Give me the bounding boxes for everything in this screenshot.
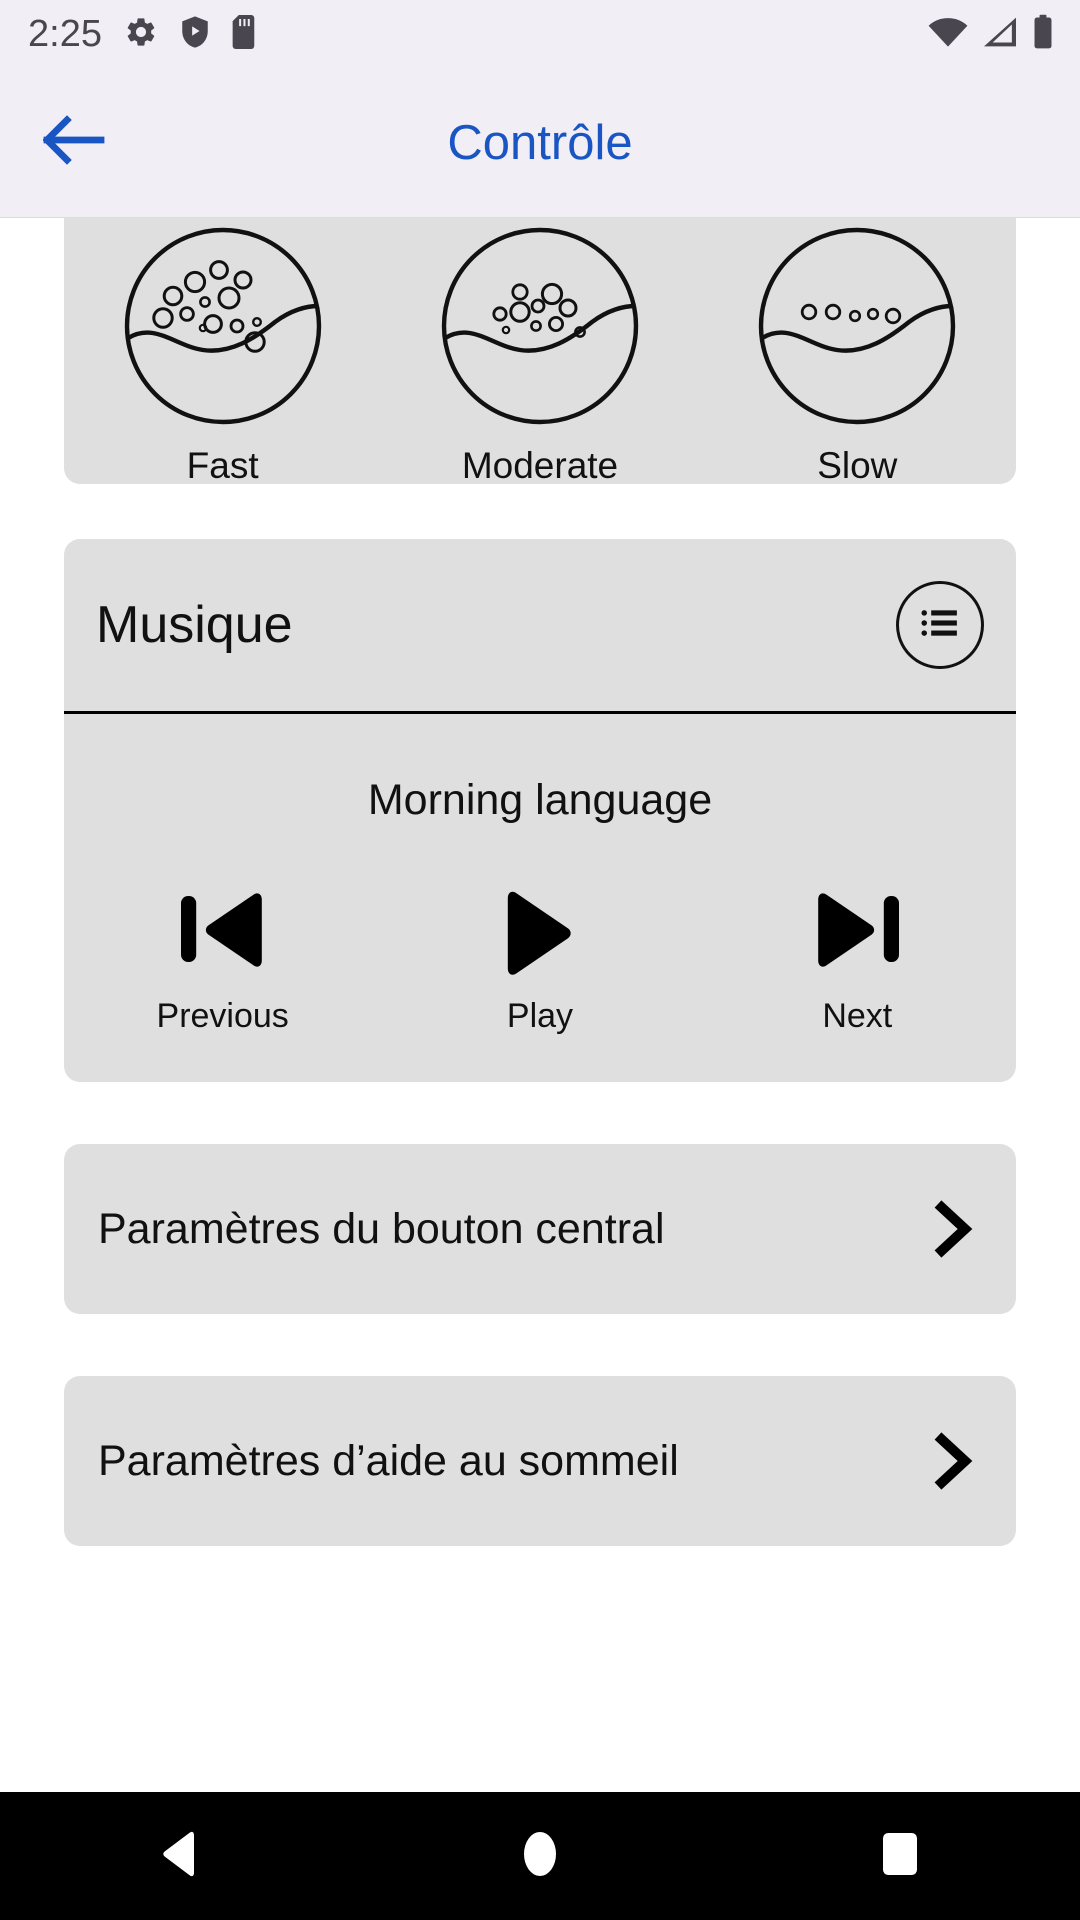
chevron-right-icon bbox=[924, 1429, 980, 1493]
nav-recents-button[interactable] bbox=[810, 1792, 990, 1920]
media-controls: Previous Play Next bbox=[64, 883, 1016, 1036]
music-card: Musique Morning language Previous Play N… bbox=[64, 539, 1016, 1082]
status-clock: 2:25 bbox=[28, 12, 102, 55]
intensity-label-fast: Fast bbox=[186, 445, 259, 484]
previous-button[interactable]: Previous bbox=[113, 883, 333, 1036]
nav-recents-square-icon bbox=[882, 1830, 918, 1883]
sd-card-icon bbox=[232, 14, 258, 54]
intensity-label-slow: Slow bbox=[817, 445, 898, 484]
settings-row-sleep-aid[interactable]: Paramètres d’aide au sommeil bbox=[64, 1376, 1016, 1546]
intensity-options-row: Fast Moderate Slow bbox=[64, 218, 1016, 484]
music-card-body: Morning language Previous Play Next bbox=[64, 714, 1016, 1082]
phone-screen: 2:25 Contrôle Fast Moderate Slow Musique… bbox=[0, 0, 1080, 1920]
intensity-label-moderate: Moderate bbox=[461, 445, 619, 484]
arrow-left-icon bbox=[42, 115, 105, 170]
skip-next-icon bbox=[807, 883, 907, 975]
intensity-card: Fast Moderate Slow bbox=[64, 218, 1016, 484]
wifi-icon bbox=[928, 16, 968, 53]
app-bar: Contrôle bbox=[0, 68, 1080, 218]
nav-home-button[interactable] bbox=[450, 1792, 630, 1920]
previous-label: Previous bbox=[156, 997, 289, 1035]
music-card-title: Musique bbox=[96, 596, 293, 654]
intensity-option-moderate[interactable]: Moderate bbox=[440, 226, 640, 484]
settings-gear-icon bbox=[124, 15, 158, 54]
settings-row-center-button[interactable]: Paramètres du bouton central bbox=[64, 1144, 1016, 1314]
page-title: Contrôle bbox=[447, 115, 633, 170]
music-card-header: Musique bbox=[64, 539, 1016, 714]
status-bar: 2:25 bbox=[0, 0, 1080, 68]
bubbles-slow-icon bbox=[757, 226, 957, 431]
nav-home-circle-icon bbox=[522, 1830, 558, 1883]
scroll-content[interactable]: Fast Moderate Slow Musique Morning langu… bbox=[0, 218, 1080, 1792]
skip-previous-icon bbox=[173, 883, 273, 975]
playlist-list-icon bbox=[918, 601, 962, 650]
next-label: Next bbox=[822, 997, 893, 1035]
track-title: Morning language bbox=[367, 776, 713, 824]
battery-icon bbox=[1032, 14, 1054, 55]
playlist-button[interactable] bbox=[896, 581, 984, 669]
play-label: Play bbox=[506, 997, 574, 1035]
status-bar-left: 2:25 bbox=[28, 13, 258, 56]
nav-back-triangle-icon bbox=[158, 1830, 202, 1883]
play-icon bbox=[497, 883, 583, 975]
android-nav-bar bbox=[0, 1792, 1080, 1920]
back-button[interactable] bbox=[14, 83, 134, 203]
bubbles-moderate-icon bbox=[440, 226, 640, 431]
nav-back-button[interactable] bbox=[90, 1792, 270, 1920]
intensity-option-fast[interactable]: Fast bbox=[123, 226, 323, 484]
bubbles-fast-icon bbox=[123, 226, 323, 431]
settings-row-center-button-label: Paramètres du bouton central bbox=[98, 1204, 665, 1253]
chevron-right-icon bbox=[924, 1197, 980, 1261]
intensity-option-slow[interactable]: Slow bbox=[757, 226, 957, 484]
play-button[interactable]: Play bbox=[430, 883, 650, 1036]
status-bar-right bbox=[928, 14, 1054, 55]
next-button[interactable]: Next bbox=[747, 883, 967, 1036]
play-protect-shield-icon bbox=[180, 15, 210, 54]
cellular-signal-icon bbox=[982, 16, 1018, 53]
settings-row-sleep-aid-label: Paramètres d’aide au sommeil bbox=[98, 1436, 679, 1485]
